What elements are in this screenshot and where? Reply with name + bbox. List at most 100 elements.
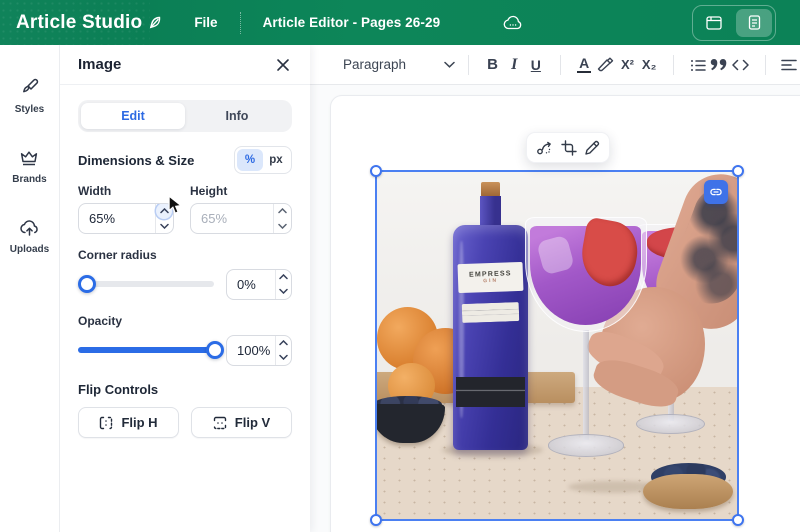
text-color-glyph: A (577, 56, 591, 73)
document-view-button[interactable] (736, 9, 772, 37)
corner-radius-input[interactable] (227, 270, 275, 299)
flip-vertical-label: Flip V (235, 415, 270, 430)
photo-cocktail-glass-center (525, 217, 647, 477)
close-panel-button[interactable] (274, 56, 292, 74)
sidebar-item-uploads[interactable]: Uploads (10, 219, 49, 255)
image-panel-header: Image (60, 45, 310, 85)
corner-radius-stepper-up[interactable] (276, 270, 291, 285)
flip-horizontal-icon (99, 416, 113, 430)
blockquote-button[interactable] (708, 50, 730, 80)
topbar-divider (240, 12, 241, 34)
selection-handle-bottom-left[interactable] (370, 514, 382, 526)
paragraph-style-label: Paragraph (343, 57, 406, 72)
selection-handle-top-left[interactable] (370, 165, 382, 177)
corner-radius-label: Corner radius (78, 248, 292, 262)
paragraph-style-dropdown[interactable]: Paragraph (343, 57, 455, 72)
opacity-stepper-up[interactable] (276, 336, 291, 351)
opacity-stepper-down[interactable] (276, 350, 291, 365)
photo-bottle-label: EMPRESS GIN (457, 261, 523, 293)
text-format-toolbar: Paragraph B I U A X² X₂ (310, 45, 800, 85)
flip-vertical-icon (213, 416, 227, 430)
selection-handle-bottom-right[interactable] (732, 514, 744, 526)
toolbar-divider (673, 55, 674, 75)
left-sidebar: Styles Brands Uploads (0, 45, 60, 532)
height-input-group (190, 203, 292, 234)
toolbar-divider (560, 55, 561, 75)
link-icon (709, 185, 723, 199)
opacity-slider-handle[interactable] (206, 341, 224, 359)
unit-px-button[interactable]: px (263, 149, 289, 171)
chevron-down-icon (444, 61, 455, 68)
flip-vertical-button[interactable]: Flip V (191, 407, 292, 438)
code-button[interactable] (730, 50, 752, 80)
highlight-button[interactable] (595, 50, 617, 80)
width-stepper-down[interactable] (156, 219, 173, 234)
superscript-button[interactable]: X² (617, 50, 639, 80)
app-logo[interactable]: Article Studio (0, 12, 180, 34)
bold-button[interactable]: B (482, 50, 504, 80)
crop-image-button[interactable] (561, 140, 577, 156)
align-button[interactable] (778, 50, 800, 80)
replace-image-button[interactable] (536, 139, 553, 156)
height-stepper-down[interactable] (274, 219, 291, 234)
subscript-button[interactable]: X₂ (638, 50, 660, 80)
sidebar-item-styles[interactable]: Styles (15, 77, 44, 115)
height-label: Height (190, 184, 227, 198)
opacity-stepper (275, 336, 291, 365)
photo-glass-stem (583, 330, 590, 439)
selection-handle-top-right[interactable] (732, 165, 744, 177)
toolbar-divider (468, 55, 469, 75)
sidebar-item-label: Brands (12, 174, 46, 185)
sidebar-item-label: Uploads (10, 244, 49, 255)
flip-controls-heading: Flip Controls (78, 382, 292, 397)
view-toggle (692, 5, 776, 41)
bullet-list-button[interactable] (687, 50, 709, 80)
app-title: Article Studio (16, 12, 142, 34)
crop-icon (561, 140, 577, 156)
opacity-input[interactable] (227, 336, 275, 365)
flip-horizontal-label: Flip H (121, 415, 157, 430)
sidebar-item-brands[interactable]: Brands (12, 149, 46, 185)
toolbar-divider (765, 55, 766, 75)
photo-flower-bowl (643, 474, 733, 509)
corner-radius-stepper-down[interactable] (276, 284, 291, 299)
italic-button[interactable]: I (503, 50, 525, 80)
editor-canvas[interactable]: EMPRESS GIN (310, 85, 800, 532)
corner-radius-stepper (275, 270, 291, 299)
file-menu[interactable]: File (180, 15, 239, 30)
image-context-toolbar (526, 132, 610, 163)
tab-info[interactable]: Info (185, 103, 289, 129)
height-stepper (273, 204, 291, 233)
top-bar: Article Studio File Article Editor - Pag… (0, 0, 800, 45)
photo-bottle-body (453, 225, 529, 449)
replace-image-icon (536, 139, 553, 156)
height-stepper-up[interactable] (274, 204, 291, 219)
underline-button[interactable]: U (525, 50, 547, 80)
height-input[interactable] (191, 204, 273, 233)
code-icon (732, 59, 749, 71)
width-stepper-up[interactable] (156, 204, 173, 219)
width-input[interactable] (79, 204, 155, 233)
dimensions-heading: Dimensions & Size (78, 153, 194, 168)
image-content: EMPRESS GIN (377, 172, 737, 519)
unit-percent-button[interactable]: % (237, 149, 263, 171)
pencil-icon (584, 140, 600, 156)
corner-radius-slider-handle[interactable] (78, 275, 96, 293)
text-color-button[interactable]: A (573, 50, 595, 80)
width-input-group (78, 203, 174, 234)
tab-edit[interactable]: Edit (81, 103, 185, 129)
document-icon (748, 15, 761, 30)
image-link-badge[interactable] (704, 180, 728, 204)
flip-horizontal-button[interactable]: Flip H (78, 407, 179, 438)
align-left-icon (781, 59, 797, 71)
opacity-slider[interactable] (78, 334, 214, 366)
cloud-upload-icon (19, 219, 40, 237)
edit-image-button[interactable] (584, 140, 600, 156)
selected-image[interactable]: EMPRESS GIN (375, 170, 739, 521)
opacity-label: Opacity (78, 314, 292, 328)
corner-radius-slider[interactable] (78, 268, 214, 300)
photo-glass-bowl (525, 217, 647, 332)
cloud-sync-icon (502, 14, 524, 32)
layout-view-button[interactable] (696, 9, 732, 37)
width-label: Width (78, 184, 190, 198)
